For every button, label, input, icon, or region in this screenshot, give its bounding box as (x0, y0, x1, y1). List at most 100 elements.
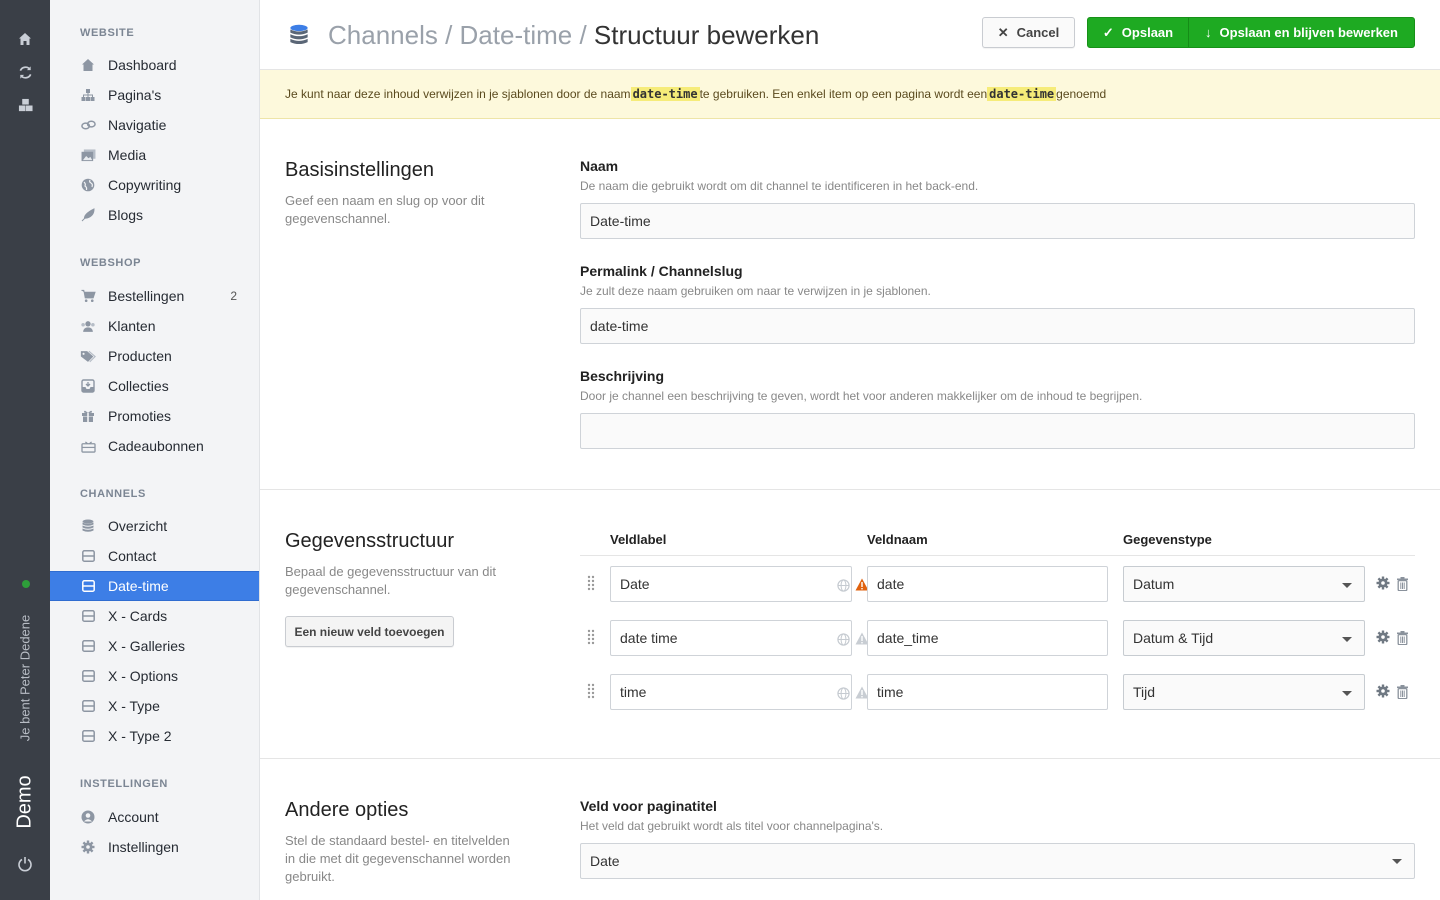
channel-icon (80, 698, 96, 714)
field-label-input[interactable]: Date (610, 566, 869, 602)
trash-icon[interactable] (1397, 577, 1408, 592)
field-type-select[interactable]: Datum & Tijd (1123, 620, 1365, 656)
notice-text: Je kunt naar deze inhoud verwijzen in je… (285, 87, 631, 101)
sidebar-item-dashboard[interactable]: Dashboard (50, 50, 259, 80)
sidebar-item-label: Klanten (108, 318, 156, 334)
title-field-select[interactable]: Date (580, 843, 1415, 879)
chevron-down-icon (1342, 637, 1352, 642)
trash-icon[interactable] (1397, 685, 1408, 700)
breadcrumb-channels[interactable]: Channels (328, 20, 438, 50)
sidebar-item-blogs[interactable]: Blogs (50, 200, 259, 230)
link-icon (80, 117, 96, 133)
drag-handle-icon[interactable] (587, 683, 595, 699)
trash-icon[interactable] (1397, 631, 1408, 646)
sidebar-item-label: X - Options (108, 668, 179, 684)
sidebar-item-pages[interactable]: Pagina's (50, 80, 259, 110)
channel-icon (80, 578, 96, 594)
sidebar-item-x-options[interactable]: X - Options (50, 661, 259, 691)
gear-icon[interactable] (1376, 630, 1390, 644)
sidebar-item-date-time[interactable]: Date-time (50, 571, 259, 601)
chevron-down-icon (1342, 583, 1352, 588)
refresh-icon[interactable] (16, 63, 34, 81)
sidebar-item-media[interactable]: Media (50, 140, 259, 170)
field-type-select[interactable]: Tijd (1123, 674, 1365, 710)
sidebar-item-copywriting[interactable]: Copywriting (50, 170, 259, 200)
section-description: Bepaal de gegevensstructuur van dit gege… (285, 564, 497, 597)
globe-icon[interactable] (837, 687, 850, 700)
field-name-value: date_time (877, 630, 939, 646)
globe-icon (80, 177, 96, 193)
field-type-select[interactable]: Datum (1123, 566, 1365, 602)
globe-icon[interactable] (837, 579, 850, 592)
close-icon: ✕ (997, 24, 1009, 40)
site-name[interactable]: Demo (14, 775, 37, 828)
sidebar-item-collections[interactable]: Collecties (50, 371, 259, 401)
field-label-value: date time (620, 630, 678, 646)
breadcrumb: Channels / Date-time / Structuur bewerke… (328, 20, 819, 51)
save-button-group: ✓ Opslaan ↓ Opslaan en blijven bewerken (1087, 17, 1415, 48)
notice-text: te gebruiken. Een enkel item op een pagi… (699, 87, 988, 101)
sidebar-item-customers[interactable]: Klanten (50, 311, 259, 341)
field-name-input[interactable]: time (867, 674, 1108, 710)
sidebar-item-label: Media (108, 147, 147, 163)
section-description: Stel de standaard bestel- en titelvelden… (285, 833, 511, 884)
sidebar-item-contact[interactable]: Contact (50, 541, 259, 571)
field-name-input[interactable]: date_time (867, 620, 1108, 656)
home-icon (80, 57, 96, 73)
add-field-button[interactable]: Een nieuw veld toevoegen (285, 616, 454, 647)
breadcrumb-date-time[interactable]: Date-time (460, 20, 573, 50)
field-type-value: Tijd (1133, 684, 1156, 700)
sidebar-item-settings[interactable]: Instellingen (50, 832, 259, 862)
drag-handle-icon[interactable] (587, 575, 595, 591)
save-continue-button[interactable]: ↓ Opslaan en blijven bewerken (1189, 18, 1414, 47)
check-icon: ✓ (1102, 24, 1114, 40)
cancel-button[interactable]: ✕ Cancel (982, 17, 1075, 48)
table-row: time time Tijd (580, 674, 1415, 710)
sidebar-item-label: Collecties (108, 378, 169, 394)
giftcard-icon (80, 438, 96, 454)
name-input[interactable] (580, 203, 1415, 239)
orders-count-badge: 2 (230, 289, 237, 303)
channel-icon (80, 728, 96, 744)
sidebar-item-label: Cadeaubonnen (108, 438, 204, 454)
sidebar-item-giftcards[interactable]: Cadeaubonnen (50, 431, 259, 461)
field-name-value: date (877, 576, 905, 592)
sidebar-item-x-galleries[interactable]: X - Galleries (50, 631, 259, 661)
sidebar-item-products[interactable]: Producten (50, 341, 259, 371)
column-header-label: Veldlabel (610, 532, 667, 547)
sidebar-item-label: X - Type (108, 698, 160, 714)
save-continue-label: Opslaan en blijven bewerken (1219, 25, 1398, 40)
sidebar-item-x-cards[interactable]: X - Cards (50, 601, 259, 631)
notice-code: date-time (987, 87, 1057, 101)
database-icon (80, 518, 96, 534)
power-icon[interactable] (16, 855, 34, 873)
slug-label: Permalink / Channelslug (580, 263, 743, 279)
field-label-input[interactable]: date time (610, 620, 869, 656)
field-label-input[interactable]: time (610, 674, 869, 710)
field-name-input[interactable]: date (867, 566, 1108, 602)
slug-help: Je zult deze naam gebruiken om naar te v… (580, 284, 931, 298)
home-icon[interactable] (16, 30, 34, 48)
nav-heading-website: WEBSITE (80, 27, 135, 39)
globe-icon[interactable] (837, 633, 850, 646)
save-button[interactable]: ✓ Opslaan (1088, 18, 1189, 47)
sidebar-item-navigation[interactable]: Navigatie (50, 110, 259, 140)
sidebar-item-x-type-2[interactable]: X - Type 2 (50, 721, 259, 751)
slug-input[interactable] (580, 308, 1415, 344)
drag-handle-icon[interactable] (587, 629, 595, 645)
sidebar-item-label: Producten (108, 348, 172, 364)
description-input[interactable] (580, 413, 1415, 449)
sidebar-item-account[interactable]: Account (50, 802, 259, 832)
sidebar-item-overview[interactable]: Overzicht (50, 511, 259, 541)
cog-icon (80, 839, 96, 855)
app-rail: Je bent Peter Dedene Demo (0, 0, 50, 900)
sidebar-item-promotions[interactable]: Promoties (50, 401, 259, 431)
cubes-icon[interactable] (16, 96, 34, 114)
sidebar-item-orders[interactable]: Bestellingen 2 (50, 281, 259, 311)
gear-icon[interactable] (1376, 576, 1390, 590)
gear-icon[interactable] (1376, 684, 1390, 698)
gift-icon (80, 408, 96, 424)
current-user-label: Je bent Peter Dedene (17, 614, 33, 742)
sidebar-item-x-type[interactable]: X - Type (50, 691, 259, 721)
save-label: Opslaan (1121, 25, 1174, 40)
